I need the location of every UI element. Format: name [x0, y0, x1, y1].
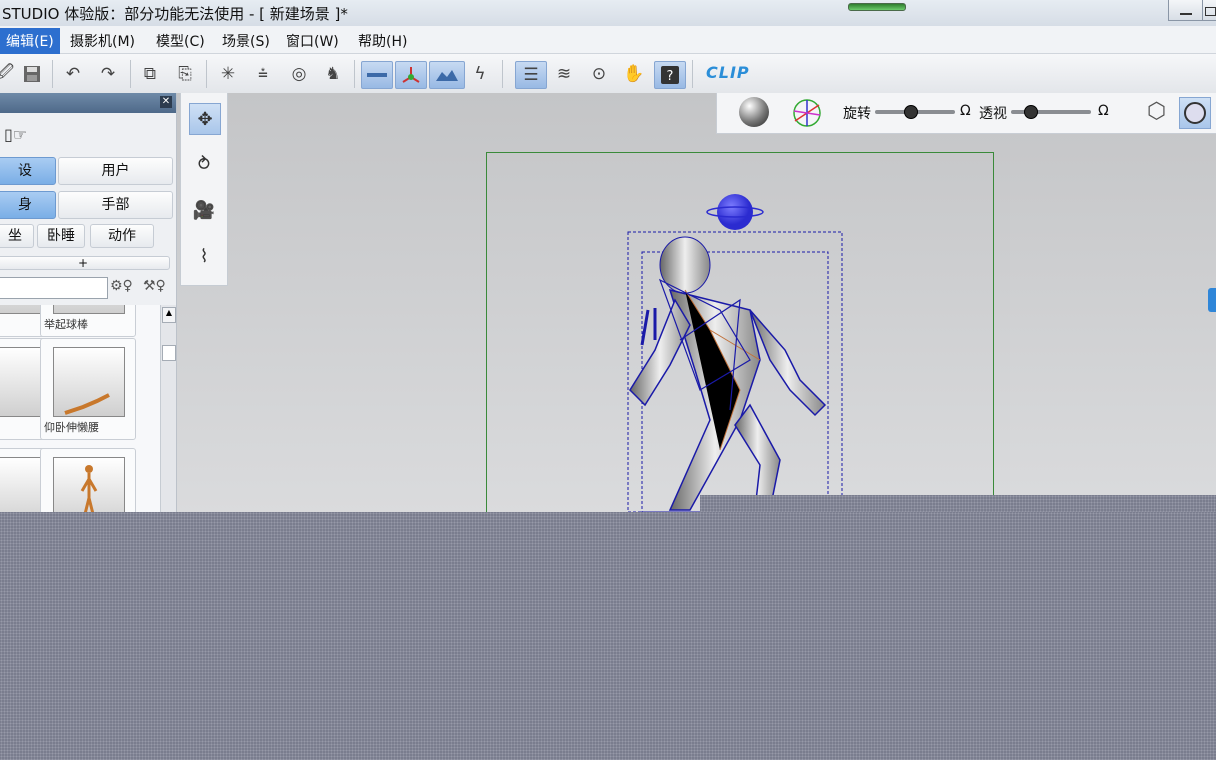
add-category-button[interactable]: +: [0, 256, 170, 270]
menu-window[interactable]: 窗口(W): [282, 30, 343, 52]
cube-view-icon[interactable]: ⬡: [1147, 99, 1166, 124]
tab-hand[interactable]: 手部: [58, 191, 173, 219]
rotate-label: 旋转: [843, 106, 871, 122]
svg-text:?: ?: [667, 69, 674, 84]
pose-library-panel: ✕ ▯☞ 设 用户 身 手部 坐 卧睡 动作 + ⚙♀ ⚒♀ 举起球棒 仰卧伸懒…: [0, 93, 177, 513]
pose-thumb[interactable]: 举起球棒: [40, 305, 136, 337]
manipulator-toolbar: ✥ ⥁ 🎥 ⌇: [180, 93, 228, 286]
menu-help[interactable]: 帮助(H): [354, 30, 411, 52]
rotate-figure-icon[interactable]: ⥁: [189, 149, 219, 179]
menu-model[interactable]: 模型(C): [152, 30, 209, 52]
joint-icon[interactable]: ⌇: [189, 241, 219, 271]
orbit-view-icon[interactable]: [1179, 97, 1211, 129]
perspective-label: 透视: [979, 106, 1007, 122]
paste-icon[interactable]: ⎘: [172, 61, 198, 87]
layers-icon[interactable]: ≋: [551, 61, 577, 87]
rotate-reset-icon[interactable]: Ω: [960, 103, 971, 119]
menu-scene[interactable]: 场景(S): [218, 30, 274, 52]
rotate-slider-knob[interactable]: [904, 105, 918, 119]
pen-icon[interactable]: ϟ: [467, 61, 493, 87]
ground-icon[interactable]: ⩮: [250, 61, 276, 87]
close-icon[interactable]: ✕: [160, 96, 172, 108]
undo-icon[interactable]: ↶: [60, 61, 86, 87]
category-lie[interactable]: 卧睡: [37, 224, 85, 248]
restore-button[interactable]: [1202, 0, 1216, 21]
category-sit[interactable]: 坐: [0, 224, 34, 248]
clip-logo: CLIP: [706, 63, 750, 82]
menu-bar: 编辑(E) 摄影机(M) 模型(C) 场景(S) 窗口(W) 帮助(H): [0, 26, 1216, 84]
redo-icon[interactable]: ↷: [95, 61, 121, 87]
obscured-region: [0, 512, 1216, 760]
tab-preset[interactable]: 设: [0, 157, 56, 185]
title-bar: STUDIO 体验版：部分功能无法使用 - [ 新建场景 ]*: [0, 0, 1216, 27]
hand-pointer-icon[interactable]: ▯☞: [4, 125, 27, 144]
perspective-slider-knob[interactable]: [1024, 105, 1038, 119]
hand-icon[interactable]: ✋: [621, 61, 647, 87]
pose-thumb[interactable]: 仰卧伸懒腰: [40, 338, 136, 440]
help-icon[interactable]: ?: [654, 61, 686, 89]
thumbnail-scrollbar[interactable]: ▲: [160, 305, 176, 513]
panel-header: ✕: [0, 93, 176, 113]
move-icon[interactable]: ✥: [189, 103, 221, 135]
camera-view-icon[interactable]: ⊙: [586, 61, 612, 87]
rotate-slider[interactable]: [875, 105, 955, 119]
copy-icon[interactable]: ⧉: [137, 61, 163, 87]
view-control-bar: 旋转 Ω 透视 Ω ⬡: [716, 93, 1216, 134]
obscured-region: [700, 495, 1216, 513]
open-icon[interactable]: 🖉: [0, 61, 18, 87]
pose-thumbnail-list: 举起球棒 仰卧伸懒腰: [0, 305, 160, 513]
3d-figure[interactable]: [600, 190, 860, 515]
camera-icon[interactable]: 🎥: [189, 195, 219, 225]
pose-preview: [80, 465, 98, 513]
add-figure-icon[interactable]: ⚙♀: [110, 278, 133, 294]
toolbar: 🖉 ↶ ↷ ⧉ ⎘ ✳ ⩮ ◎ ♞ ϟ ☰ ≋ ⊙ ✋ ?: [0, 54, 1216, 94]
pose-icon[interactable]: ♞: [320, 61, 346, 87]
pose-thumb[interactable]: [40, 448, 136, 513]
light-icon[interactable]: ✳: [215, 61, 241, 87]
menu-camera[interactable]: 摄影机(M): [66, 30, 139, 52]
shading-sphere-icon[interactable]: [739, 97, 769, 127]
menu-edit[interactable]: 编辑(E): [0, 28, 60, 54]
minimize-button[interactable]: [1168, 0, 1204, 21]
terrain-icon[interactable]: [429, 61, 465, 89]
remove-figure-icon[interactable]: ⚒♀: [143, 278, 166, 294]
list-icon[interactable]: ☰: [515, 61, 547, 89]
progress-indicator: [848, 3, 906, 11]
search-input[interactable]: [0, 277, 108, 299]
axis-gizmo-icon[interactable]: [791, 97, 823, 129]
save-icon[interactable]: [19, 61, 45, 87]
pose-preview: [64, 393, 110, 415]
perspective-slider[interactable]: [1011, 105, 1091, 119]
perspective-reset-icon[interactable]: Ω: [1098, 103, 1109, 119]
axis-icon[interactable]: [395, 61, 427, 89]
target-icon[interactable]: ◎: [286, 61, 312, 87]
bone-icon[interactable]: [361, 61, 393, 89]
tab-body[interactable]: 身: [0, 191, 56, 219]
tab-user[interactable]: 用户: [58, 157, 173, 185]
window-title: STUDIO 体验版：部分功能无法使用 - [ 新建场景 ]*: [2, 5, 348, 23]
category-action[interactable]: 动作: [90, 224, 154, 248]
side-panel-tab[interactable]: [1208, 288, 1216, 312]
